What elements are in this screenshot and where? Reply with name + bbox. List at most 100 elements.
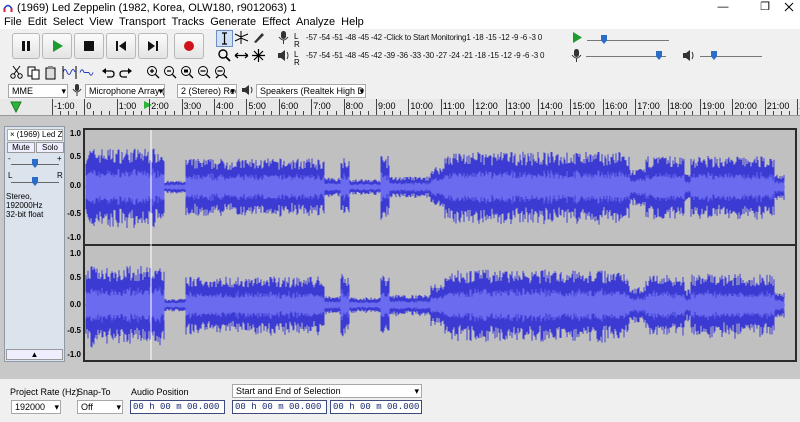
menu-edit[interactable]: Edit: [28, 16, 47, 28]
ruler-major-tick: [149, 99, 151, 115]
ruler-minor-tick: [497, 111, 499, 115]
play-speed-slider-thumb[interactable]: [601, 35, 607, 44]
playback-device-select[interactable]: Speakers (Realtek High D: [256, 84, 366, 98]
recording-volume-slider-track[interactable]: [586, 56, 666, 57]
skip-to-start-button[interactable]: [106, 33, 136, 59]
waveform-display[interactable]: [83, 128, 797, 362]
menu-effect[interactable]: Effect: [262, 16, 290, 28]
playback-meter-scale[interactable]: -57 -54 -51 -48 -45 -42 -39 -36 -33 -30 …: [306, 51, 544, 60]
trim-audio-icon[interactable]: [61, 65, 78, 82]
microphone-icon: [70, 83, 84, 99]
copy-icon[interactable]: [25, 65, 42, 82]
paste-icon[interactable]: [42, 65, 59, 82]
minimize-button[interactable]: —: [708, 0, 738, 15]
ruler-minor-tick: [546, 111, 548, 115]
speaker-icon[interactable]: [275, 48, 292, 65]
solo-button[interactable]: Solo: [36, 142, 64, 153]
fit-selection-icon[interactable]: [179, 65, 196, 82]
audio-host-select[interactable]: MME: [8, 84, 68, 98]
draw-tool-icon[interactable]: [250, 30, 267, 47]
playback-volume-slider-track[interactable]: [700, 56, 762, 57]
play-speed-slider-track[interactable]: [587, 40, 669, 41]
track-name-menu[interactable]: × (1969) Led Z: [7, 129, 63, 141]
menu-generate[interactable]: Generate: [210, 16, 256, 28]
ruler-major-tick: [635, 99, 637, 115]
recording-device-select[interactable]: Microphone Array (Real: [85, 84, 165, 98]
axis-label: 0.0: [69, 181, 81, 190]
play-at-speed-icon[interactable]: [568, 30, 585, 47]
ruler-minor-tick: [319, 111, 321, 115]
redo-icon[interactable]: [117, 65, 134, 82]
microphone-icon[interactable]: [275, 30, 292, 47]
ruler-minor-tick: [740, 111, 742, 115]
ruler-minor-tick: [133, 111, 134, 115]
ruler-minor-tick: [489, 111, 491, 115]
selection-tool-icon[interactable]: [216, 30, 233, 47]
recording-volume-slider-thumb[interactable]: [656, 51, 662, 60]
snap-to-select[interactable]: Off: [77, 400, 123, 414]
ruler-major-tick: [732, 99, 734, 115]
menu-analyze[interactable]: Analyze: [296, 16, 335, 28]
project-rate-select[interactable]: 192000: [11, 400, 61, 414]
menu-tracks[interactable]: Tracks: [172, 16, 205, 28]
snap-to-label: Snap-To: [77, 387, 111, 397]
ruler-minor-tick: [610, 111, 612, 115]
skip-to-end-button[interactable]: [138, 33, 168, 59]
menu-select[interactable]: Select: [53, 16, 84, 28]
ruler-major-tick: [311, 99, 313, 115]
ruler-minor-tick: [254, 111, 256, 115]
zoom-toggle-icon[interactable]: [213, 65, 230, 82]
selection-end-field[interactable]: 00 h 00 m 00.000 s: [330, 400, 422, 414]
ruler-minor-tick: [205, 111, 207, 115]
axis-label: 0.5: [69, 152, 81, 161]
ruler-minor-tick: [521, 111, 523, 115]
track-close-icon[interactable]: ×: [10, 130, 15, 139]
menu-transport[interactable]: Transport: [119, 16, 166, 28]
toolbar-area: L R -57 -54 -51 -48 -45 -42 -Click to St…: [0, 29, 800, 83]
ruler-tick-label: 20:00: [734, 101, 757, 111]
zoom-out-icon[interactable]: [162, 65, 179, 82]
ruler-minor-tick: [554, 111, 556, 115]
playback-volume-slider-thumb[interactable]: [711, 51, 717, 60]
pause-button[interactable]: [12, 33, 40, 59]
zoom-tool-icon[interactable]: [216, 48, 233, 65]
record-button[interactable]: [174, 33, 204, 59]
selection-start-field[interactable]: 00 h 00 m 00.000 s: [232, 400, 327, 414]
ruler-minor-tick: [68, 111, 70, 115]
mute-button[interactable]: Mute: [7, 142, 35, 153]
gain-slider-thumb[interactable]: [32, 159, 38, 168]
record-meter-scale[interactable]: -57 -54 -51 -48 -45 -42 -Click to Start …: [306, 33, 542, 42]
menu-file[interactable]: File: [4, 16, 22, 28]
ruler-minor-tick: [295, 111, 296, 115]
restore-button[interactable]: ❐: [750, 0, 780, 15]
pan-slider-thumb[interactable]: [32, 177, 38, 186]
ruler-tick-label: 3:00: [183, 101, 202, 111]
ruler-tick-label: 18:00: [669, 101, 693, 111]
time-shift-tool-icon[interactable]: [233, 48, 250, 65]
playback-meter-right-label: R: [294, 58, 300, 67]
pinned-play-head-icon[interactable]: [10, 101, 22, 114]
waveform-graphic[interactable]: [85, 130, 795, 360]
collapse-track-button[interactable]: ▲: [6, 349, 63, 360]
ruler-minor-tick: [424, 111, 426, 115]
play-button[interactable]: [42, 33, 72, 59]
ruler-tick-label: 16:00: [604, 101, 628, 111]
undo-icon[interactable]: [100, 65, 117, 82]
timeline-ruler[interactable]: -1:00 0 1:00 2:00 3:00 4:00 5:00 6:00 7:00 8:00 9:…: [0, 99, 800, 116]
fit-project-icon[interactable]: [196, 65, 213, 82]
cut-icon[interactable]: [8, 65, 25, 82]
zoom-in-icon[interactable]: [145, 65, 162, 82]
menu-help[interactable]: Help: [341, 16, 364, 28]
silence-audio-icon[interactable]: [78, 65, 95, 82]
close-window-button[interactable]: [778, 0, 800, 15]
envelope-tool-icon[interactable]: [233, 30, 250, 47]
multi-tool-icon[interactable]: [250, 48, 267, 65]
stop-button[interactable]: [74, 33, 104, 59]
track-control-panel: × (1969) Led Z Mute Solo - + L R Stereo, …: [4, 126, 65, 362]
menu-view[interactable]: View: [89, 16, 113, 28]
ruler-minor-tick: [708, 111, 710, 115]
selection-mode-select[interactable]: Start and End of Selection ▾: [232, 384, 422, 398]
recording-channels-select[interactable]: 2 (Stereo) Reco: [177, 84, 237, 98]
ruler-major-tick: [408, 99, 410, 115]
audio-position-field[interactable]: 00 h 00 m 00.000 s: [130, 400, 225, 414]
